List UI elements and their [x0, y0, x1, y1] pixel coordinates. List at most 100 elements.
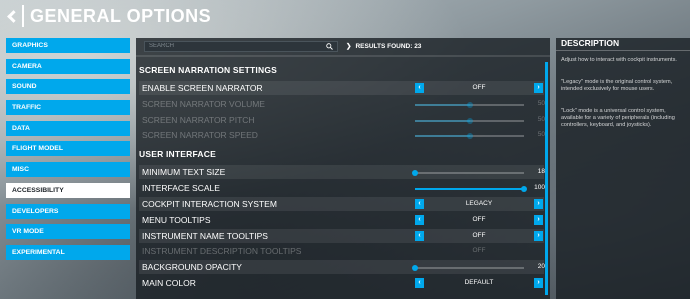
setting-label: INTERFACE SCALE	[142, 183, 220, 193]
chevron-left-icon: ‹	[418, 279, 421, 286]
sidebar: GRAPHICS CAMERA SOUND TRAFFIC DATA FLIGH…	[6, 38, 130, 266]
setting-row-min-text-size[interactable]: MINIMUM TEXT SIZE 18	[139, 165, 545, 179]
option-value: DEFAULT	[464, 279, 494, 286]
next-option-button[interactable]: ›	[534, 231, 543, 241]
prev-option-button[interactable]: ‹	[415, 278, 424, 288]
sidebar-item-traffic[interactable]: TRAFFIC	[6, 100, 130, 116]
chevron-left-icon: ‹	[418, 200, 421, 207]
setting-label: SCREEN NARRATOR PITCH	[142, 115, 255, 125]
description-title: DESCRIPTION	[561, 38, 620, 48]
setting-label: SCREEN NARRATOR SPEED	[142, 130, 258, 140]
next-option-button[interactable]: ›	[534, 83, 543, 93]
slider-thumb	[466, 118, 473, 124]
setting-row-background-opacity[interactable]: BACKGROUND OPACITY 20	[139, 260, 545, 274]
sidebar-item-accessibility[interactable]: ACCESSIBILITY	[6, 182, 130, 198]
setting-row-narrator-pitch: SCREEN NARRATOR PITCH 50	[139, 113, 545, 127]
slider-track	[415, 133, 524, 139]
slider-thumb[interactable]	[412, 265, 418, 271]
scrollbar[interactable]	[545, 62, 548, 295]
description-panel: DESCRIPTION Adjust how to interact with …	[556, 38, 690, 299]
chevron-right-icon: ›	[537, 232, 540, 239]
slider-value: 50	[537, 116, 545, 123]
chevron-right-icon: ❯	[346, 43, 352, 50]
sidebar-item-misc[interactable]: MISC	[6, 162, 130, 178]
option-value: OFF	[472, 232, 486, 239]
sidebar-item-developers[interactable]: DEVELOPERS	[6, 203, 130, 219]
sidebar-item-flight-model[interactable]: FLIGHT MODEL	[6, 141, 130, 157]
option-value: OFF	[472, 247, 486, 254]
prev-option-button[interactable]: ‹	[415, 215, 424, 225]
slider-value: 50	[537, 100, 545, 107]
setting-row-menu-tooltips[interactable]: MENU TOOLTIPS ‹ OFF ›	[139, 213, 544, 227]
setting-label: SCREEN NARRATOR VOLUME	[142, 99, 265, 109]
header: GENERAL OPTIONS	[0, 0, 690, 34]
settings-panel: ❯RESULTS FOUND: 23 SCREEN NARRATION SETT…	[136, 38, 550, 299]
slider-value: 18	[537, 168, 545, 175]
prev-option-button[interactable]: ‹	[415, 83, 424, 93]
sidebar-item-sound[interactable]: SOUND	[6, 79, 130, 95]
chevron-right-icon: ›	[537, 84, 540, 91]
setting-row-instrument-description-tooltips: INSTRUMENT DESCRIPTION TOOLTIPS OFF	[139, 244, 544, 258]
slider-thumb	[466, 102, 473, 108]
description-text: "Legacy" mode is the original control sy…	[561, 79, 673, 92]
slider-thumb[interactable]	[412, 170, 418, 176]
prev-option-button[interactable]: ‹	[415, 231, 424, 241]
setting-label: ENABLE SCREEN NARRATOR	[142, 83, 263, 93]
slider-value: 100	[534, 184, 545, 191]
search-icon[interactable]	[326, 43, 333, 50]
sidebar-item-vr-mode[interactable]: VR MODE	[6, 224, 130, 240]
slider-fill	[415, 188, 524, 190]
slider-track[interactable]	[415, 186, 527, 192]
setting-row-narrator-speed: SCREEN NARRATOR SPEED 50	[139, 128, 545, 142]
next-option-button[interactable]: ›	[534, 278, 543, 288]
next-option-button[interactable]: ›	[534, 215, 543, 225]
slider-value: 50	[537, 131, 545, 138]
chevron-right-icon: ›	[537, 279, 540, 286]
scrollbar-thumb[interactable]	[545, 62, 548, 295]
setting-row-interface-scale[interactable]: INTERFACE SCALE 100	[139, 181, 545, 195]
slider-fill	[415, 120, 470, 122]
setting-label: INSTRUMENT NAME TOOLTIPS	[142, 231, 268, 241]
option-value: LEGACY	[465, 200, 493, 207]
results-found-label: RESULTS FOUND: 23	[355, 43, 422, 50]
divider	[136, 55, 550, 57]
search-input[interactable]	[149, 42, 319, 51]
section-header-narration: SCREEN NARRATION SETTINGS	[139, 65, 278, 75]
slider-value: 20	[537, 263, 545, 270]
header-divider	[22, 5, 24, 27]
sidebar-item-experimental[interactable]: EXPERIMENTAL	[6, 244, 130, 260]
setting-row-narrator-volume: SCREEN NARRATOR VOLUME 50	[139, 97, 545, 111]
option-value: OFF	[472, 216, 486, 223]
description-text: "Lock" mode is a universal control syste…	[561, 108, 675, 128]
slider-track	[415, 118, 524, 124]
sidebar-item-camera[interactable]: CAMERA	[6, 58, 130, 74]
slider-track[interactable]	[412, 170, 524, 176]
slider-thumb	[466, 133, 473, 139]
results-found: ❯ RESULTS FOUND: 23	[346, 41, 421, 52]
section-header-user-interface: USER INTERFACE	[139, 149, 216, 159]
chevron-left-icon: ‹	[418, 232, 421, 239]
divider	[556, 50, 690, 51]
option-value: OFF	[472, 84, 486, 91]
setting-row-enable-narrator[interactable]: ENABLE SCREEN NARRATOR ‹ OFF ›	[139, 81, 544, 95]
chevron-left-icon: ‹	[418, 216, 421, 223]
sidebar-item-data[interactable]: DATA	[6, 120, 130, 136]
prev-option-button[interactable]: ‹	[415, 199, 424, 209]
setting-row-instrument-name-tooltips[interactable]: INSTRUMENT NAME TOOLTIPS ‹ OFF ›	[139, 229, 544, 243]
slider-track	[415, 102, 524, 108]
chevron-left-icon: ‹	[418, 84, 421, 91]
setting-label: COCKPIT INTERACTION SYSTEM	[142, 199, 277, 209]
chevron-right-icon: ›	[537, 200, 540, 207]
slider-track[interactable]	[412, 265, 524, 271]
setting-label: BACKGROUND OPACITY	[142, 262, 242, 272]
next-option-button[interactable]: ›	[534, 199, 543, 209]
setting-row-cockpit-interaction[interactable]: COCKPIT INTERACTION SYSTEM ‹ LEGACY ›	[139, 197, 544, 211]
setting-label: MAIN COLOR	[142, 278, 196, 288]
setting-label: MINIMUM TEXT SIZE	[142, 167, 226, 177]
setting-row-main-color[interactable]: MAIN COLOR ‹ DEFAULT ›	[139, 276, 544, 290]
back-chevron-icon[interactable]	[4, 6, 20, 26]
search-bar[interactable]	[144, 41, 338, 52]
description-text: Adjust how to interact with cockpit inst…	[561, 57, 677, 63]
slider-fill	[415, 104, 470, 106]
sidebar-item-graphics[interactable]: GRAPHICS	[6, 38, 130, 53]
